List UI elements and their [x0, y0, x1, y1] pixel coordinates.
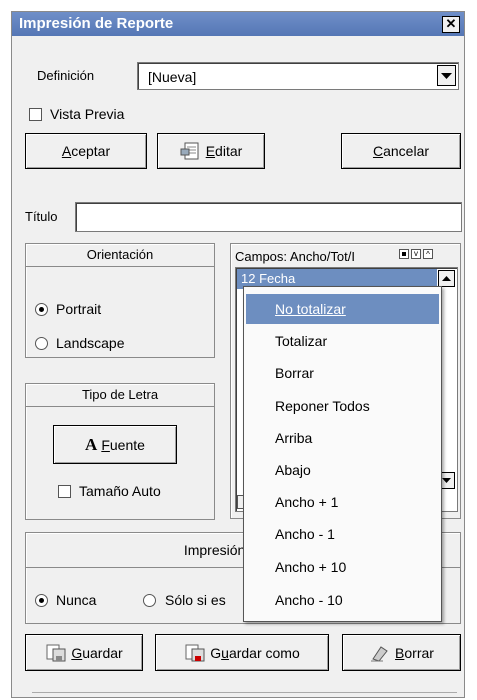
- chevron-up-icon[interactable]: ^: [423, 249, 433, 259]
- edit-document-icon: [180, 142, 199, 160]
- definicion-select[interactable]: [Nueva]: [137, 62, 459, 90]
- landscape-radio[interactable]: [35, 337, 48, 350]
- nunca-label: Nunca: [56, 592, 97, 608]
- save-icon: [46, 644, 66, 661]
- borrar-label: Borrar: [395, 644, 434, 661]
- campos-header-buttons: v ^: [399, 249, 459, 263]
- window-title: Impresión de Reporte: [19, 15, 174, 32]
- font-icon: A: [85, 434, 98, 454]
- guardar-button[interactable]: Guardar: [25, 634, 143, 671]
- menu-item-arriba[interactable]: Arriba: [246, 423, 439, 453]
- menu-item-borrar[interactable]: Borrar: [246, 358, 439, 388]
- titulo-label: Título: [25, 209, 58, 224]
- definicion-label: Definición: [37, 68, 95, 83]
- campos-header: Campos: Ancho/Tot/I: [235, 249, 355, 264]
- solo-si-radio[interactable]: [143, 594, 156, 607]
- aceptar-label: Aceptar: [61, 143, 111, 159]
- guardar-como-button[interactable]: Guardar como: [155, 634, 329, 671]
- orientacion-title: Orientación: [26, 244, 214, 267]
- tipo-letra-title: Tipo de Letra: [26, 384, 214, 407]
- menu-item-ancho-plus-1[interactable]: Ancho + 1: [246, 487, 439, 517]
- scroll-up-icon[interactable]: [438, 270, 455, 287]
- menu-item-ancho-plus-10[interactable]: Ancho + 10: [246, 552, 439, 582]
- portrait-radio[interactable]: [35, 303, 48, 316]
- borrar-button[interactable]: Borrar: [342, 634, 461, 671]
- menu-item-ancho-minus-10[interactable]: Ancho - 10: [246, 585, 439, 615]
- list-item-label: 12 Fecha: [241, 271, 296, 286]
- close-icon[interactable]: ✕: [442, 16, 460, 33]
- menu-item-totalizar[interactable]: Totalizar: [246, 326, 439, 356]
- fuente-button[interactable]: A Fuente: [53, 425, 177, 464]
- portrait-label: Portrait: [56, 301, 102, 317]
- title-bar: Impresión de Reporte ✕: [12, 12, 464, 36]
- guardar-label: Guardar: [71, 644, 123, 661]
- solo-si-label: Sólo si es: [165, 592, 226, 608]
- cancelar-label: Cancelar: [372, 143, 430, 159]
- dropdown-arrow-icon[interactable]: [437, 65, 456, 86]
- aceptar-button[interactable]: Aceptar: [25, 133, 147, 169]
- context-menu: No totalizar Totalizar Borrar Reponer To…: [243, 286, 442, 622]
- cancelar-button[interactable]: Cancelar: [341, 133, 461, 169]
- titulo-input[interactable]: [75, 202, 462, 232]
- tamano-auto-checkbox[interactable]: [58, 485, 71, 498]
- vista-previa-label: Vista Previa: [50, 106, 125, 122]
- nunca-radio[interactable]: [35, 594, 48, 607]
- eraser-icon: [371, 645, 388, 662]
- tipo-letra-group: Tipo de Letra A Fuente Tamaño Auto: [25, 383, 215, 520]
- editar-label: Editar: [205, 143, 243, 159]
- orientacion-group: Orientación Portrait Landscape: [25, 243, 215, 358]
- save-as-icon: [185, 644, 205, 661]
- menu-item-abajo[interactable]: Abajo: [246, 455, 439, 485]
- editar-button[interactable]: Editar: [157, 133, 265, 169]
- chevron-down-icon[interactable]: v: [411, 249, 421, 259]
- menu-item-ancho-minus-1[interactable]: Ancho - 1: [246, 519, 439, 549]
- menu-item-reponer-todos[interactable]: Reponer Todos: [246, 391, 439, 421]
- landscape-label: Landscape: [56, 335, 125, 351]
- guardar-como-label: Guardar como: [210, 644, 300, 661]
- definicion-value: [Nueva]: [148, 69, 197, 85]
- bottom-edge: [32, 692, 457, 700]
- fuente-label: Fuente: [101, 436, 145, 453]
- vista-previa-checkbox[interactable]: [29, 108, 42, 121]
- square-icon[interactable]: [399, 249, 409, 259]
- tamano-auto-label: Tamaño Auto: [79, 483, 161, 499]
- menu-item-no-totalizar[interactable]: No totalizar: [246, 294, 439, 324]
